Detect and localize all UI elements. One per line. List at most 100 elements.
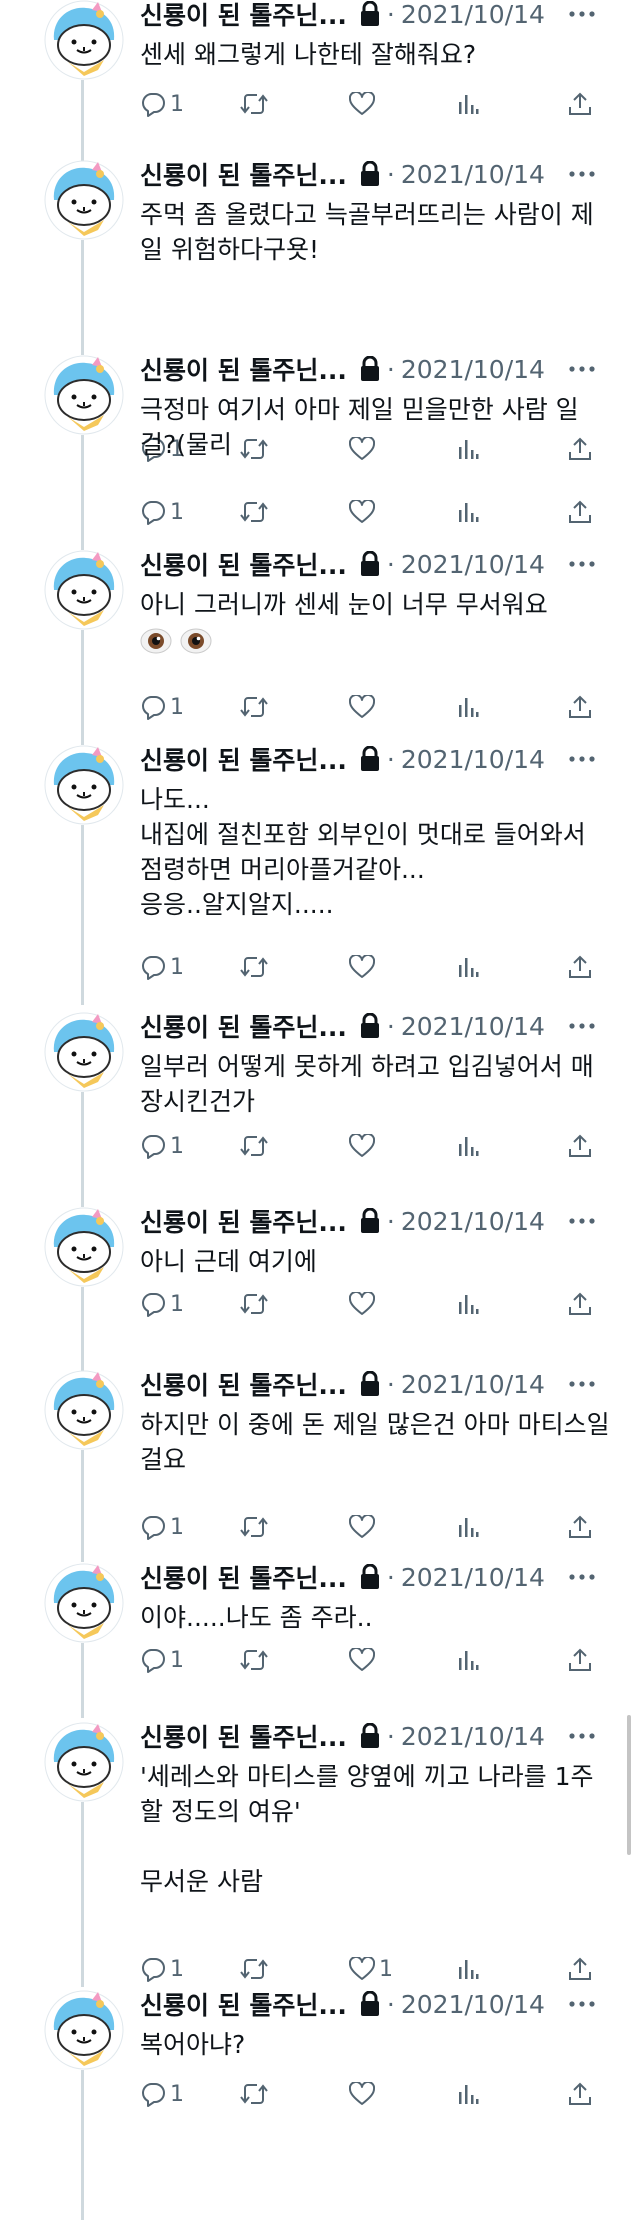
views-button[interactable] (457, 87, 479, 121)
like-button[interactable] (349, 1643, 379, 1677)
share-button[interactable] (568, 495, 592, 529)
like-button[interactable] (349, 87, 379, 121)
avatar[interactable] (44, 1207, 124, 1287)
like-button[interactable] (349, 690, 379, 724)
avatar[interactable] (44, 1563, 124, 1643)
share-button[interactable] (568, 1952, 592, 1986)
retweet-button[interactable] (239, 1952, 269, 1986)
more-options-icon[interactable] (566, 552, 598, 576)
retweet-button[interactable] (239, 2077, 269, 2111)
like-button[interactable] (349, 495, 379, 529)
reply-button[interactable]: 1 (140, 1129, 184, 1163)
like-button[interactable] (349, 1129, 379, 1163)
share-button[interactable] (568, 1643, 592, 1677)
separator-dot: · (386, 1011, 395, 1041)
display-name[interactable]: 신룡이 된 톨주닌... (140, 741, 347, 777)
retweet-icon (239, 1647, 269, 1673)
reply-button[interactable]: 1 (140, 950, 184, 984)
views-button[interactable] (457, 495, 479, 529)
retweet-button[interactable] (239, 1643, 269, 1677)
more-options-icon[interactable] (566, 1372, 598, 1396)
tweet-date[interactable]: 2021/10/14 (401, 1563, 545, 1592)
like-button[interactable] (349, 950, 379, 984)
more-options-icon[interactable] (566, 162, 598, 186)
reply-button[interactable]: 1 (140, 690, 184, 724)
views-button[interactable] (457, 1643, 479, 1677)
more-options-icon[interactable] (566, 2, 598, 26)
tweet-date[interactable]: 2021/10/14 (401, 160, 545, 189)
more-options-icon[interactable] (566, 1209, 598, 1233)
display-name[interactable]: 신룡이 된 톨주닌... (140, 1366, 347, 1402)
tweet-date[interactable]: 2021/10/14 (401, 1012, 545, 1041)
tweet-date[interactable]: 2021/10/14 (401, 355, 545, 384)
display-name[interactable]: 신룡이 된 톨주닌... (140, 0, 347, 32)
display-name[interactable]: 신룡이 된 톨주닌... (140, 1718, 347, 1754)
share-button[interactable] (568, 1287, 592, 1321)
tweet-date[interactable]: 2021/10/14 (401, 550, 545, 579)
display-name[interactable]: 신룡이 된 톨주닌... (140, 156, 347, 192)
more-options-icon[interactable] (566, 1565, 598, 1589)
reply-button[interactable]: 1 (140, 2077, 184, 2111)
retweet-button[interactable] (239, 495, 269, 529)
avatar[interactable] (44, 745, 124, 825)
display-name[interactable]: 신룡이 된 톨주닌... (140, 351, 347, 387)
reply-button[interactable]: 1 (140, 1643, 184, 1677)
tweet-text-content: '세레스와 마티스를 양옆에 끼고 나라를 1주할 정도의 여유' 무서운 사람 (140, 1762, 594, 1896)
tweet-date[interactable]: 2021/10/14 (401, 1990, 545, 2019)
avatar[interactable] (44, 1370, 124, 1450)
avatar[interactable] (44, 160, 124, 240)
like-button[interactable] (349, 1287, 379, 1321)
avatar[interactable] (44, 355, 124, 435)
views-button[interactable] (457, 690, 479, 724)
views-button[interactable] (457, 1952, 479, 1986)
tweet-date[interactable]: 2021/10/14 (401, 1370, 545, 1399)
share-button[interactable] (568, 87, 592, 121)
display-name[interactable]: 신룡이 된 톨주닌... (140, 546, 347, 582)
tweet-date[interactable]: 2021/10/14 (401, 1722, 545, 1751)
avatar[interactable] (44, 1990, 124, 2070)
reply-button[interactable]: 1 (140, 495, 184, 529)
retweet-button[interactable] (239, 87, 269, 121)
share-button[interactable] (568, 1510, 592, 1544)
avatar[interactable] (44, 1012, 124, 1092)
display-name[interactable]: 신룡이 된 톨주닌... (140, 1559, 347, 1595)
retweet-button[interactable] (239, 950, 269, 984)
tweet-date[interactable]: 2021/10/14 (401, 745, 545, 774)
display-name[interactable]: 신룡이 된 톨주닌... (140, 1986, 347, 2022)
like-button[interactable] (349, 2077, 379, 2111)
views-button[interactable] (457, 950, 479, 984)
like-button[interactable] (349, 1510, 379, 1544)
scrollbar[interactable] (627, 1715, 631, 1855)
more-options-icon[interactable] (566, 1724, 598, 1748)
reply-button[interactable]: 1 (140, 87, 184, 121)
more-options-icon[interactable] (566, 357, 598, 381)
more-options-icon[interactable] (566, 1992, 598, 2016)
more-options-icon[interactable] (566, 1014, 598, 1038)
avatar[interactable] (44, 550, 124, 630)
retweet-button[interactable] (239, 1287, 269, 1321)
tweet-date[interactable]: 2021/10/14 (401, 0, 545, 29)
retweet-button[interactable] (239, 1510, 269, 1544)
share-button[interactable] (568, 2077, 592, 2111)
views-button[interactable] (457, 1510, 479, 1544)
reply-button[interactable]: 1 (140, 1952, 184, 1986)
reply-button[interactable]: 1 (140, 1510, 184, 1544)
avatar[interactable] (44, 1722, 124, 1802)
retweet-button[interactable] (239, 1129, 269, 1163)
share-button[interactable] (568, 690, 592, 724)
views-button[interactable] (457, 1129, 479, 1163)
views-button[interactable] (457, 2077, 479, 2111)
share-button[interactable] (568, 1129, 592, 1163)
tweet-date[interactable]: 2021/10/14 (401, 1207, 545, 1236)
display-name[interactable]: 신룡이 된 톨주닌... (140, 1203, 347, 1239)
share-button[interactable] (568, 950, 592, 984)
views-button[interactable] (457, 1287, 479, 1321)
tweet-header: 신룡이 된 톨주닌... · 2021/10/14 (140, 547, 545, 581)
display-name[interactable]: 신룡이 된 톨주닌... (140, 1008, 347, 1044)
more-options-icon[interactable] (566, 747, 598, 771)
like-button[interactable]: 1 (349, 1952, 393, 1986)
tweet-text-content: 일부러 어떻게 못하게 하려고 입김넣어서 매장시킨건가 (140, 1052, 594, 1116)
avatar[interactable] (44, 0, 124, 80)
reply-button[interactable]: 1 (140, 1287, 184, 1321)
retweet-button[interactable] (239, 690, 269, 724)
